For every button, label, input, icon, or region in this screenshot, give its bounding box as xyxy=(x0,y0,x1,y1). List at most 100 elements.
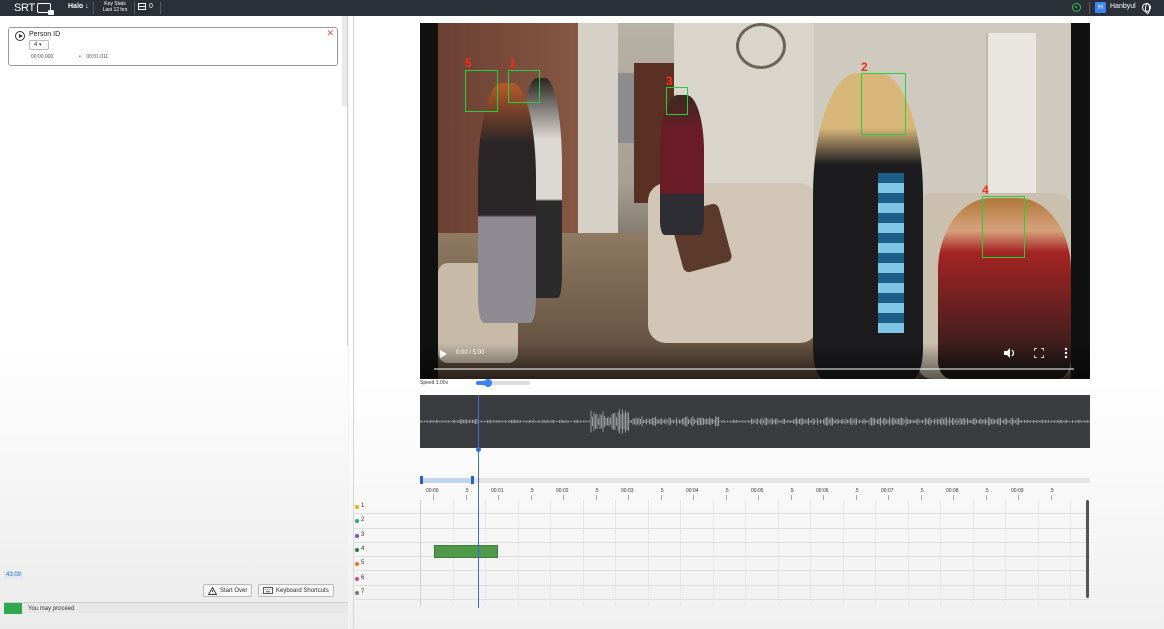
ruler-tick-label: 00:06 xyxy=(816,488,829,494)
key-stats[interactable]: Key Stats Last 12 hrs xyxy=(98,1,132,13)
track-label: 2 xyxy=(361,517,365,524)
logo-icon xyxy=(36,2,54,15)
more-options-icon[interactable] xyxy=(1064,347,1068,359)
ruler-tick-label: 00:02 xyxy=(556,488,569,494)
track-row[interactable]: 5 xyxy=(353,557,1090,572)
ruler-tick-label: .5 xyxy=(464,488,469,494)
halo-label: Halo xyxy=(68,3,84,10)
playhead-handle[interactable] xyxy=(476,447,481,452)
ruler-tick-label: 00:04 xyxy=(686,488,699,494)
proceed-text: You may proceed xyxy=(28,606,75,612)
play-icon[interactable] xyxy=(440,350,447,358)
user-avatar[interactable]: H xyxy=(1095,2,1106,13)
track-color-dot xyxy=(355,562,359,567)
track-color-dot xyxy=(355,576,359,581)
video-player[interactable]: 5 1 3 2 4 0:00 / 5:00 xyxy=(420,23,1090,379)
track-color-dot xyxy=(355,547,359,552)
ruler-tick-label: 00:08 xyxy=(946,488,959,494)
zoom-range-handle-start[interactable] xyxy=(420,476,423,484)
start-over-label: Start Over xyxy=(220,587,248,594)
ruler-tick-label: 00:00 xyxy=(426,488,439,494)
zoom-range-bar[interactable] xyxy=(420,478,1090,483)
track-row[interactable]: 1 xyxy=(353,500,1090,515)
track-label: 5 xyxy=(361,560,365,567)
scene-pillar xyxy=(578,23,618,253)
segment-start-time[interactable]: 00:00.000 xyxy=(31,54,53,60)
face-box[interactable] xyxy=(982,196,1025,258)
track-row[interactable]: 6 xyxy=(353,572,1090,586)
face-label: 2 xyxy=(861,60,868,74)
person-figure xyxy=(478,83,536,323)
ruler-tick-label: .5 xyxy=(724,488,729,494)
halo-menu[interactable]: Halo ↓ xyxy=(68,3,89,10)
halo-caret: ↓ xyxy=(85,3,89,10)
zoom-range-handle-end[interactable] xyxy=(471,476,474,484)
top-bar: SRT Halo ↓ Key Stats Last 12 hrs 0 H Han… xyxy=(0,0,1164,16)
face-label: 4 xyxy=(982,183,989,197)
face-label: 5 xyxy=(465,56,472,70)
task-count: 0 xyxy=(149,3,153,10)
ruler-tick-label: .5 xyxy=(529,488,534,494)
warning-icon xyxy=(208,586,217,595)
face-box[interactable] xyxy=(508,70,540,103)
track-row[interactable]: 7 xyxy=(353,586,1090,601)
face-box[interactable] xyxy=(861,73,906,135)
volume-icon[interactable] xyxy=(1004,348,1016,358)
timeline-scrollbar[interactable] xyxy=(1086,500,1089,598)
inbox-icon xyxy=(138,3,146,10)
topbar-divider xyxy=(134,2,135,14)
video-time: 0:00 / 5:00 xyxy=(456,350,485,356)
start-over-button[interactable]: Start Over xyxy=(203,584,253,597)
elapsed-time-badge: 43:09 xyxy=(4,571,24,579)
task-counter[interactable]: 0 xyxy=(138,3,153,10)
panel-scrollbar[interactable] xyxy=(342,16,347,106)
close-icon[interactable]: ✕ xyxy=(326,28,334,39)
play-segment-icon[interactable] xyxy=(15,31,25,41)
person-figure xyxy=(878,173,904,333)
ruler-tick-label: 00:07 xyxy=(881,488,894,494)
zoom-range-selection[interactable] xyxy=(420,478,473,483)
segment-end-value: 00:01.011 xyxy=(86,54,109,60)
person-id-select[interactable]: 4 ▾ xyxy=(29,40,49,50)
playhead[interactable] xyxy=(478,395,479,608)
card-title: Person ID xyxy=(29,31,61,38)
ruler-tick-label: 00:01 xyxy=(491,488,504,494)
track-divider xyxy=(420,500,421,606)
keyboard-icon xyxy=(263,587,273,594)
key-stats-period: Last 12 hrs xyxy=(102,7,128,13)
timeline-segment[interactable] xyxy=(434,545,498,558)
ruler-tick-label: .5 xyxy=(594,488,599,494)
face-box[interactable] xyxy=(465,70,498,112)
timeline-ruler[interactable]: 00:00 .5 00:01 .5 00:02 .5 00:03 .5 00:04 .5 00:05… xyxy=(420,486,1090,500)
track-label: 4 xyxy=(361,545,365,552)
annotation-card[interactable]: Person ID ✕ 4 ▾ 00:00.000 • 00:01.011 xyxy=(8,27,338,66)
face-box[interactable] xyxy=(666,87,688,115)
track-label: 1 xyxy=(361,503,365,509)
globe-icon[interactable] xyxy=(1142,3,1151,14)
ruler-tick-label: .5 xyxy=(984,488,989,494)
track-label: 3 xyxy=(361,531,365,538)
speed-slider-handle[interactable] xyxy=(484,379,492,387)
audio-waveform[interactable] xyxy=(419,395,1090,448)
logo-text: SRT xyxy=(14,1,35,14)
scene-door xyxy=(986,33,1036,203)
video-controls xyxy=(420,343,1090,379)
keyboard-shortcuts-button[interactable]: Keyboard Shortcuts xyxy=(258,584,334,597)
topbar-divider xyxy=(160,2,161,14)
video-progress-bar[interactable] xyxy=(434,368,1074,370)
speed-slider[interactable] xyxy=(476,379,530,387)
check-icon xyxy=(4,603,22,614)
track-label: 7 xyxy=(361,588,365,595)
track-row[interactable]: 3 xyxy=(353,529,1090,543)
segment-end-time[interactable]: • 00:01.011 xyxy=(79,54,108,60)
track-row[interactable]: 2 xyxy=(353,514,1090,529)
speed-label: Speed 1.00x xyxy=(420,380,449,386)
scene-wheel-decor xyxy=(736,23,786,69)
face-label: 1 xyxy=(509,56,516,70)
ruler-tick-label: .5 xyxy=(919,488,924,494)
track-color-dot xyxy=(355,505,359,509)
keyboard-shortcuts-label: Keyboard Shortcuts xyxy=(276,587,329,594)
fullscreen-icon[interactable] xyxy=(1034,348,1044,358)
user-name[interactable]: Hanbyul xyxy=(1110,3,1136,10)
app-logo[interactable]: SRT xyxy=(14,1,54,15)
